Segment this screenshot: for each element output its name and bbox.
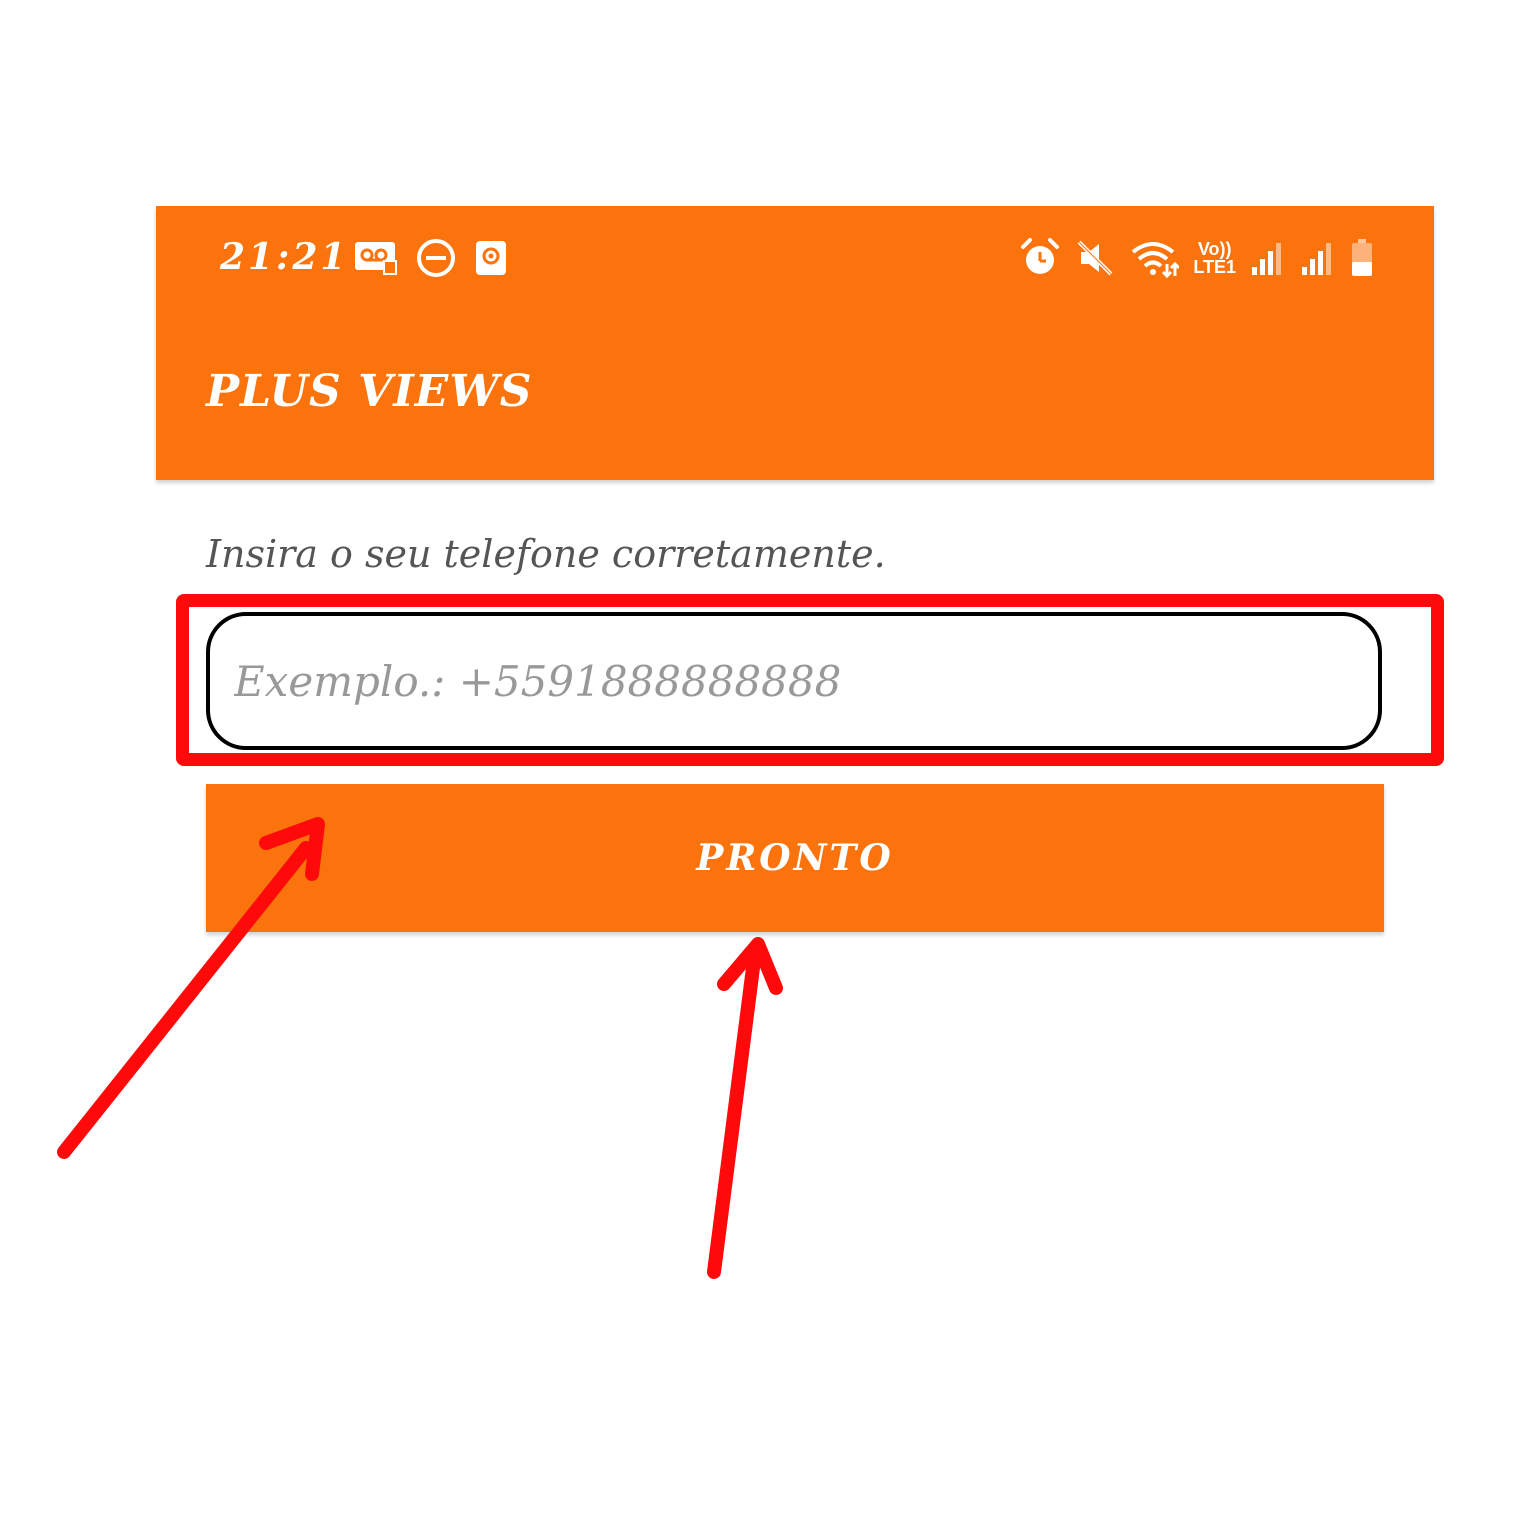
signal-icon (1250, 239, 1286, 277)
do-not-disturb-icon (416, 238, 456, 278)
arrow-pointer (707, 937, 783, 1279)
screenshot-page: 21:21 Vo)) LTE1 PLUS VIEWS Insira o seu … (0, 0, 1536, 1536)
app-bar: 21:21 Vo)) LTE1 PLUS VIEWS (156, 206, 1434, 480)
status-bar: 21:21 Vo)) LTE1 (156, 206, 1434, 310)
signal-icon (1300, 239, 1336, 277)
status-right-icons: Vo)) LTE1 (1019, 234, 1374, 282)
voicemail-icon (354, 241, 398, 275)
phone-instruction-text: Insira o seu telefone corretamente. (206, 532, 886, 576)
phone-input[interactable] (206, 612, 1382, 750)
done-button[interactable]: PRONTO (206, 784, 1384, 932)
screen-record-icon (474, 239, 508, 277)
status-time: 21:21 (220, 236, 349, 278)
lte-label: LTE1 (1193, 257, 1236, 277)
alarm-icon (1019, 237, 1061, 279)
volte-icon: Vo)) LTE1 (1193, 240, 1236, 276)
app-title: PLUS VIEWS (206, 366, 533, 417)
mute-icon (1075, 238, 1115, 278)
wifi-icon (1129, 238, 1181, 279)
volte-label: Vo)) (1197, 239, 1232, 259)
status-left-icons (354, 238, 508, 278)
battery-icon (1350, 238, 1374, 278)
